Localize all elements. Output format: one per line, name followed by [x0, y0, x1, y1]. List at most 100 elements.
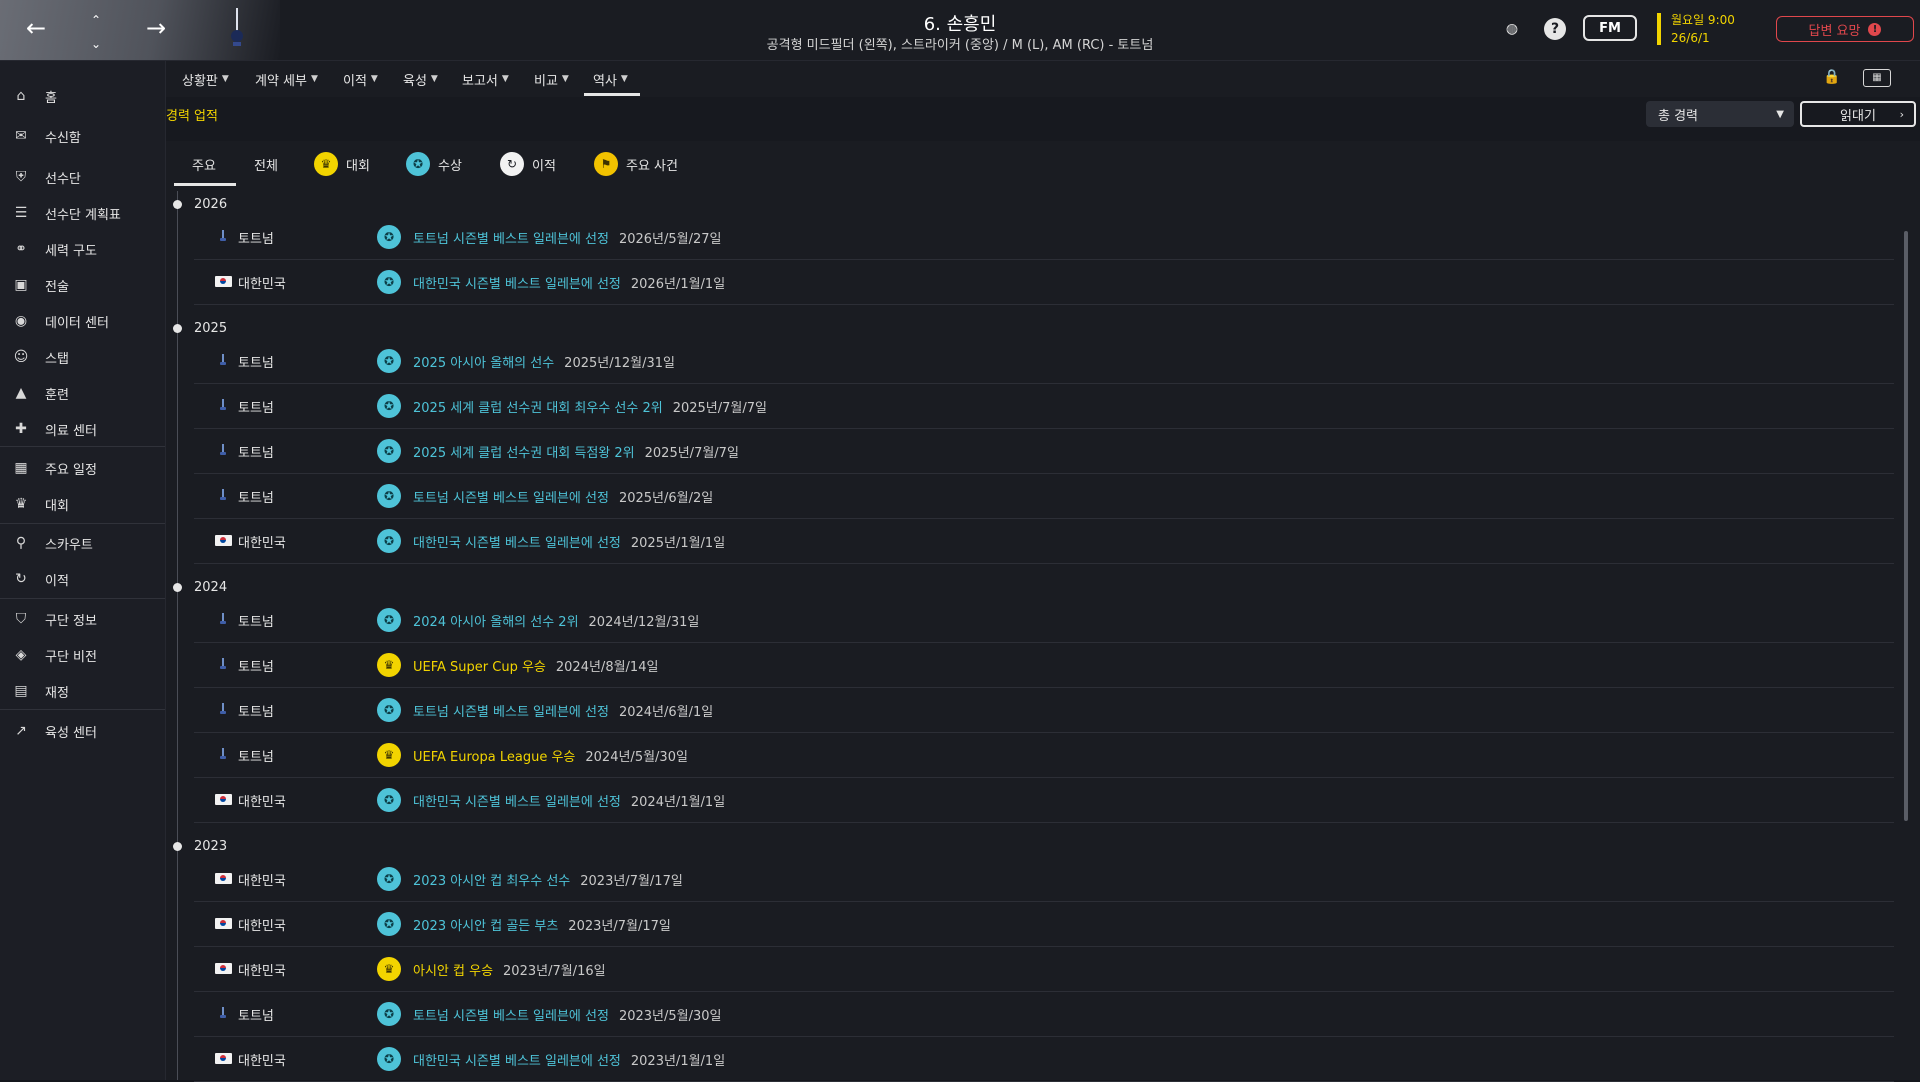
- sidebar-item-competitions[interactable]: ♛ 대회: [0, 489, 165, 519]
- team-name[interactable]: 대한민국: [238, 915, 286, 934]
- chevron-down-icon: ▼: [561, 74, 569, 84]
- list-item[interactable]: 토트넘 ✪ 2024 아시아 올해의 선수 2위 2024년/12월/31일: [194, 598, 1894, 643]
- trophy-icon: ♛: [314, 152, 338, 176]
- sidebar-item-scouting[interactable]: ⚲ 스카우트: [0, 528, 165, 558]
- achievement-title[interactable]: 2023 아시안 컵 최우수 선수: [413, 874, 570, 889]
- scrollbar[interactable]: [1904, 231, 1908, 821]
- list-item[interactable]: 대한민국 ♛ 아시안 컵 우승 2023년/7월/16일: [194, 947, 1894, 992]
- layout-icon[interactable]: ▦: [1863, 69, 1891, 87]
- achievement-title[interactable]: 2025 세계 클럽 선수권 대회 최우수 선수 2위: [413, 401, 663, 416]
- tab-transfer[interactable]: 이적 ▼: [343, 61, 378, 97]
- list-item[interactable]: 대한민국 ✪ 2023 아시안 컵 최우수 선수 2023년/7월/17일: [194, 857, 1894, 902]
- list-item[interactable]: 토트넘 ✪ 2025 세계 클럽 선수권 대회 최우수 선수 2위 2025년/7월/…: [194, 384, 1894, 429]
- list-item[interactable]: 토트넘 ♛ UEFA Europa League 우승 2024년/5월/30일: [194, 733, 1894, 778]
- achievement-title[interactable]: 대한민국 시즌별 베스트 일레븐에 선정: [413, 795, 621, 810]
- team-name[interactable]: 토트넘: [238, 352, 274, 371]
- team-name[interactable]: 대한민국: [238, 532, 286, 551]
- achievement-title[interactable]: 2023 아시안 컵 골든 부츠: [413, 919, 558, 934]
- trend-icon: ↗: [15, 723, 27, 739]
- list-item[interactable]: 대한민국 ✪ 2023 아시안 컵 골든 부츠 2023년/7월/17일: [194, 902, 1894, 947]
- career-filter-select[interactable]: 총 경력 ▼: [1646, 101, 1794, 127]
- tab-label: 보고서: [462, 73, 498, 89]
- team-name[interactable]: 토트넘: [238, 746, 274, 765]
- sidebar-item-tactics[interactable]: ▣ 전술: [0, 270, 165, 300]
- help-icon[interactable]: ?: [1544, 18, 1566, 40]
- sidebar-item-transfers[interactable]: ↻ 이적: [0, 564, 165, 594]
- sidebar-item-inbox[interactable]: ✉ 수신함: [0, 121, 165, 151]
- sidebar-item-schedule[interactable]: ▦ 주요 일정: [0, 453, 165, 483]
- achievement-title[interactable]: 대한민국 시즌별 베스트 일레븐에 선정: [413, 1054, 621, 1069]
- team-name[interactable]: 토트넘: [238, 228, 274, 247]
- achievement-title[interactable]: 아시안 컵 우승: [413, 964, 493, 979]
- team-name[interactable]: 토트넘: [238, 656, 274, 675]
- team-name[interactable]: 대한민국: [238, 791, 286, 810]
- list-item[interactable]: 토트넘 ✪ 토트넘 시즌별 베스트 일레븐에 선정 2024년/6월/1일: [194, 688, 1894, 733]
- sidebar-item-development[interactable]: ↗ 육성 센터: [0, 716, 165, 746]
- fm-menu-button[interactable]: FM: [1583, 15, 1637, 41]
- achievement-date: 2023년/7월/17일: [580, 874, 683, 889]
- achievement-title[interactable]: UEFA Super Cup 우승: [413, 660, 546, 675]
- sidebar-item-finances[interactable]: ▤ 재정: [0, 676, 165, 706]
- list-item[interactable]: 토트넘 ♛ UEFA Super Cup 우승 2024년/8월/14일: [194, 643, 1894, 688]
- achievement: 토트넘 시즌별 베스트 일레븐에 선정 2026년/5월/27일: [413, 228, 721, 247]
- team-name[interactable]: 대한민국: [238, 870, 286, 889]
- team-name[interactable]: 토트넘: [238, 442, 274, 461]
- sidebar-item-squad[interactable]: ⛨ 선수단: [0, 162, 165, 192]
- team-name[interactable]: 토트넘: [238, 611, 274, 630]
- achievement-title[interactable]: 토트넘 시즌별 베스트 일레븐에 선정: [413, 1009, 609, 1024]
- sidebar-item-staff[interactable]: ☺ 스탭: [0, 342, 165, 372]
- list-item[interactable]: 대한민국 ✪ 대한민국 시즌별 베스트 일레븐에 선정 2024년/1월/1일: [194, 778, 1894, 823]
- htab-major[interactable]: 주요: [192, 151, 216, 177]
- achievement-title[interactable]: 2025 세계 클럽 선수권 대회 득점왕 2위: [413, 446, 635, 461]
- htab-key-events[interactable]: ⚑ 주요 사건: [594, 151, 678, 177]
- list-item[interactable]: 토트넘 ✪ 토트넘 시즌별 베스트 일레븐에 선정 2026년/5월/27일: [194, 215, 1894, 260]
- inbox-icon: ✉: [15, 128, 27, 144]
- achievement-title[interactable]: 2024 아시아 올해의 선수 2위: [413, 615, 579, 630]
- achievement-title[interactable]: 대한민국 시즌별 베스트 일레븐에 선정: [413, 536, 621, 551]
- htab-competitions[interactable]: ♛ 대회: [314, 151, 370, 177]
- achievement-title[interactable]: 토트넘 시즌별 베스트 일레븐에 선정: [413, 491, 609, 506]
- tab-overview[interactable]: 상황판 ▼: [182, 61, 229, 97]
- sidebar-item-squad-planner[interactable]: ☰ 선수단 계획표: [0, 198, 165, 228]
- header-bar: ← ⌃ ⌄ → 6. 손흥민 공격형 미드필더 (왼쪽), 스트라이커 (중앙)…: [0, 0, 1920, 61]
- team-name[interactable]: 토트넘: [238, 1005, 274, 1024]
- sidebar-item-club-info[interactable]: ⛉ 구단 정보: [0, 604, 165, 634]
- sidebar-item-dynamics[interactable]: ⚭ 세력 구도: [0, 234, 165, 264]
- globe-icon[interactable]: ◍: [1501, 18, 1523, 40]
- list-item[interactable]: 토트넘 ✪ 2025 세계 클럽 선수권 대회 득점왕 2위 2025년/7월/7일: [194, 429, 1894, 474]
- team-name[interactable]: 토트넘: [238, 397, 274, 416]
- sidebar-item-training[interactable]: ▲ 훈련: [0, 378, 165, 408]
- achievement-title[interactable]: 대한민국 시즌별 베스트 일레븐에 선정: [413, 277, 621, 292]
- list-item[interactable]: 대한민국 ✪ 대한민국 시즌별 베스트 일레븐에 선정 2026년/1월/1일: [194, 260, 1894, 305]
- htab-all[interactable]: 전체: [254, 151, 278, 177]
- achievement-title[interactable]: 토트넘 시즌별 베스트 일레븐에 선정: [413, 232, 609, 247]
- list-item[interactable]: 토트넘 ✪ 2025 아시아 올해의 선수 2025년/12월/31일: [194, 339, 1894, 384]
- team-name[interactable]: 대한민국: [238, 1050, 286, 1069]
- achievement-title[interactable]: 토트넘 시즌별 베스트 일레븐에 선정: [413, 705, 609, 720]
- htab-awards[interactable]: ✪ 수상: [406, 151, 462, 177]
- read-button[interactable]: 읽대기 ›: [1800, 101, 1916, 127]
- sidebar-item-data-hub[interactable]: ◉ 데이터 센터: [0, 306, 165, 336]
- tab-compare[interactable]: 비교 ▼: [534, 61, 569, 97]
- sidebar-item-club-vision[interactable]: ◈ 구단 비전: [0, 640, 165, 670]
- team-name[interactable]: 대한민국: [238, 960, 286, 979]
- list-item[interactable]: 토트넘 ✪ 토트넘 시즌별 베스트 일레븐에 선정 2025년/6월/2일: [194, 474, 1894, 519]
- sidebar-item-medical[interactable]: ✚ 의료 센터: [0, 414, 165, 444]
- team-name[interactable]: 토트넘: [238, 487, 274, 506]
- lock-icon[interactable]: 🔒: [1822, 69, 1842, 85]
- list-item[interactable]: 토트넘 ✪ 토트넘 시즌별 베스트 일레븐에 선정 2023년/5월/30일: [194, 992, 1894, 1037]
- achievement-title[interactable]: UEFA Europa League 우승: [413, 750, 575, 765]
- list-item[interactable]: 대한민국 ✪ 대한민국 시즌별 베스트 일레븐에 선정 2023년/1월/1일: [194, 1037, 1894, 1082]
- list-item[interactable]: 대한민국 ✪ 대한민국 시즌별 베스트 일레븐에 선정 2025년/1월/1일: [194, 519, 1894, 564]
- achievement-title[interactable]: 2025 아시아 올해의 선수: [413, 356, 554, 371]
- reply-required-button[interactable]: 답변 요망 !: [1776, 16, 1914, 42]
- tab-reports[interactable]: 보고서 ▼: [462, 61, 509, 97]
- sidebar-item-home[interactable]: ⌂ 홈: [0, 81, 165, 111]
- tab-development[interactable]: 육성 ▼: [403, 61, 438, 97]
- team-name[interactable]: 토트넘: [238, 701, 274, 720]
- active-tab-indicator: [174, 183, 236, 186]
- tab-history[interactable]: 역사 ▼: [593, 61, 628, 97]
- tab-contract[interactable]: 계약 세부 ▼: [255, 61, 318, 97]
- team-name[interactable]: 대한민국: [238, 273, 286, 292]
- htab-transfers[interactable]: ↻ 이적: [500, 151, 556, 177]
